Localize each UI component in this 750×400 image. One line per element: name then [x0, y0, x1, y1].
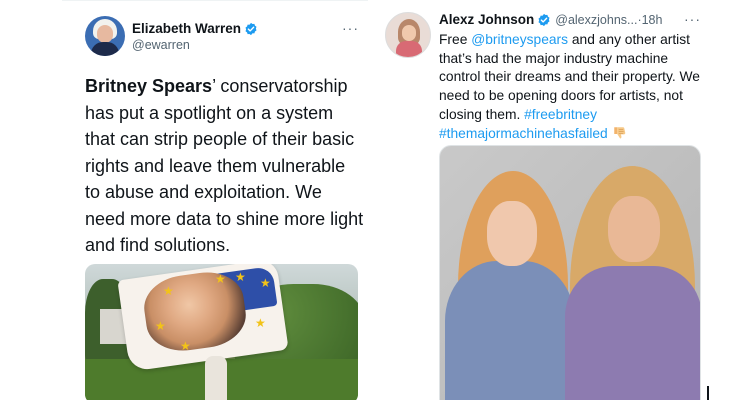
verified-badge-icon [245, 22, 257, 35]
more-options-icon[interactable]: ··· [684, 11, 701, 27]
author-handle[interactable]: @ewarren [132, 38, 190, 52]
tweet-text-body: ’ conservatorship has put a spotlight on… [85, 76, 364, 255]
scrollbar-thumb[interactable] [707, 386, 709, 400]
tweet-media-image[interactable]: ★ ★ ★ ★ ★ ★ ★ [85, 264, 358, 400]
author-name[interactable]: Elizabeth Warren [132, 21, 241, 36]
verified-badge-icon [538, 13, 550, 26]
warren-avatar[interactable] [85, 16, 125, 56]
tweet-text-part1: Free [439, 32, 472, 47]
warren-tweet[interactable]: Elizabeth Warren @ewarren ··· Britney Sp… [62, 0, 368, 400]
warren-name-row[interactable]: Elizabeth Warren [132, 21, 258, 36]
more-options-icon[interactable]: ··· [342, 20, 359, 36]
author-name[interactable]: Alexz Johnson [439, 12, 534, 27]
tweet-text: Britney Spears’ conservatorship has put … [85, 73, 365, 259]
timestamp[interactable]: 18h [642, 13, 663, 27]
mention-link[interactable]: @britneyspears [471, 32, 568, 47]
alexz-name-row[interactable]: Alexz Johnson @alexzjohns... · 18h [439, 12, 662, 27]
alexz-tweet[interactable]: Alexz Johnson @alexzjohns... · 18h ··· F… [368, 0, 708, 400]
thumbs-down-icon [613, 126, 625, 139]
tweet-text: Free @britneyspears and any other artist… [439, 31, 707, 143]
tweet-text-bold: Britney Spears [85, 76, 213, 96]
alexz-avatar[interactable] [385, 12, 431, 58]
hashtag-themajormachinehasfailed[interactable]: #themajormachinehasfailed [439, 126, 608, 141]
tweet-media-image[interactable] [439, 145, 701, 400]
author-handle[interactable]: @alexzjohns... [555, 13, 637, 27]
hashtag-freebritney[interactable]: #freebritney [524, 107, 597, 122]
